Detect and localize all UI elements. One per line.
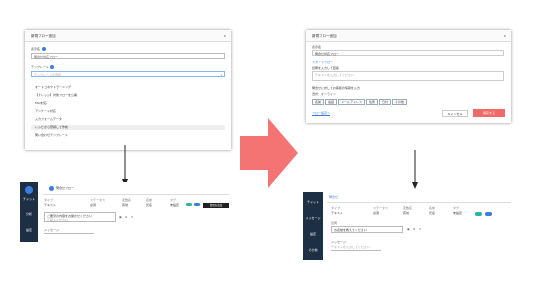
column-label: タグ bbox=[170, 198, 177, 202]
chevron-down-icon: ▾ bbox=[220, 73, 222, 77]
submit-button[interactable]: 保存する bbox=[473, 109, 505, 117]
display-name-label: 表示名 bbox=[31, 47, 41, 51]
question-2-value: 選択：オンライン bbox=[312, 92, 337, 96]
template-option[interactable]: 問い合わせテンプレート bbox=[35, 133, 68, 137]
row-value: 未設定 bbox=[453, 211, 463, 215]
cancel-button[interactable]: キャンセル bbox=[442, 110, 468, 117]
chip[interactable]: メールアドレス bbox=[338, 99, 366, 105]
row-value: 有効 bbox=[403, 211, 410, 215]
footer-line bbox=[331, 250, 381, 251]
section-title: スタートフロー bbox=[312, 60, 334, 64]
template-option[interactable]: 入力フォームデータ bbox=[35, 117, 62, 121]
column-label: 変数名 bbox=[122, 198, 132, 202]
display-name-label: 表示名 bbox=[312, 45, 322, 49]
modal-title: 新規フロー追加 bbox=[31, 34, 56, 38]
image-icon[interactable]: ▣ bbox=[119, 215, 122, 219]
flow-editor-screen-1: チャット 分析 設定 問合せフロー タイプ ステータス 変数名 名前 タグ テキ… bbox=[20, 182, 230, 242]
modal-header: 新規フロー追加 ✕ bbox=[25, 30, 231, 42]
toggle-switch[interactable] bbox=[186, 203, 192, 206]
add-question-button[interactable]: 質問を追加 bbox=[203, 203, 229, 208]
row-value: 未設定 bbox=[170, 203, 180, 207]
question-box[interactable]: お名前を教えてください bbox=[331, 226, 403, 233]
column-label: タグ bbox=[453, 206, 460, 210]
app-icon bbox=[49, 186, 54, 191]
help-icon[interactable] bbox=[42, 47, 46, 51]
row-value: 必須 bbox=[90, 203, 97, 207]
flow-settings-modal: 新規フロー追加 ✕ 表示名 問合せ対応フロー スタートフロー 質問を入力して回答… bbox=[306, 30, 511, 123]
row-value: テキスト bbox=[331, 211, 343, 215]
sidebar: チャット メッセージ 設定 その他 bbox=[303, 192, 323, 260]
modal-header: 新規フロー追加 ✕ bbox=[306, 30, 511, 42]
toggle-switch[interactable] bbox=[485, 212, 492, 216]
display-name-input[interactable]: 問合せ対応フロー bbox=[312, 50, 504, 56]
question-1-text: 質問を入力して回答 bbox=[312, 66, 339, 70]
template-dropdown: オートコネクトラーニング 【ナレッジ】対象フローを公開 FAQ対応 アンケート対… bbox=[31, 80, 225, 150]
logo-icon bbox=[25, 186, 33, 194]
divider bbox=[327, 202, 511, 203]
template-option[interactable]: アンケート対応 bbox=[35, 109, 56, 113]
toggle-switch[interactable] bbox=[194, 203, 200, 206]
column-label: 名前 bbox=[146, 198, 153, 202]
app-title: 問合せフロー bbox=[56, 186, 75, 190]
close-icon[interactable]: ✕ bbox=[223, 34, 226, 38]
copy-icon[interactable]: ⧉ bbox=[413, 227, 415, 231]
column-label: タイプ bbox=[331, 206, 341, 210]
footer-label: メッセージ bbox=[331, 240, 346, 244]
chip[interactable]: 住所 bbox=[366, 99, 379, 105]
sidebar: チャット 分析 設定 bbox=[20, 182, 38, 242]
copy-icon[interactable]: ⧉ bbox=[125, 215, 127, 219]
chip[interactable]: 日付 bbox=[379, 99, 392, 105]
flow-settings-link[interactable]: フロー設定へ bbox=[312, 111, 330, 115]
modal-title: 新規フロー追加 bbox=[312, 34, 337, 38]
template-option-selected[interactable]: レシピから登録して作成 bbox=[35, 125, 68, 129]
column-label: ステータス bbox=[373, 206, 389, 210]
template-select[interactable]: テンプレートを選択 ▾ bbox=[31, 71, 225, 77]
column-label: タイプ bbox=[44, 198, 54, 202]
flow-editor-screen-2: チャット メッセージ 設定 その他 問合せ タイプ ステータス 変数名 名前 タ… bbox=[303, 192, 511, 260]
sidebar-item-settings[interactable]: 設定 bbox=[20, 228, 38, 232]
row-value: 有効 bbox=[122, 203, 129, 207]
down-arrow-icon bbox=[412, 150, 418, 189]
question-label: 質問 bbox=[331, 221, 338, 225]
template-label: テンプレート bbox=[31, 65, 49, 69]
row-value: 氏名 bbox=[429, 211, 436, 215]
divider bbox=[43, 194, 229, 195]
chip[interactable]: 電話 bbox=[325, 99, 338, 105]
footer-line bbox=[44, 233, 94, 234]
chip[interactable]: 名前 bbox=[312, 99, 325, 105]
template-option[interactable]: オートコネクトラーニング bbox=[35, 85, 71, 89]
question-2-text: 問合せに対してお客様の情報を入力 bbox=[312, 86, 360, 90]
toggle-switch[interactable] bbox=[475, 212, 482, 216]
delete-icon[interactable]: ✕ bbox=[131, 215, 134, 219]
row-value: テキスト bbox=[44, 203, 56, 207]
template-option[interactable]: FAQ対応 bbox=[35, 101, 47, 105]
sidebar-item-messages[interactable]: メッセージ bbox=[303, 216, 323, 220]
chip[interactable]: その他 bbox=[392, 99, 408, 105]
question-box[interactable]: ご要望の内容をお聞かせください ご記入ください bbox=[44, 212, 116, 222]
sidebar-item-analytics[interactable]: 分析 bbox=[20, 212, 38, 216]
row-value: 氏名 bbox=[146, 203, 153, 207]
footer-label: メッセージ bbox=[44, 228, 59, 232]
question-1-input[interactable]: テキストを入力してください bbox=[312, 71, 504, 81]
help-icon[interactable] bbox=[50, 65, 54, 69]
display-name-input[interactable]: 問合せ対応フロー bbox=[31, 53, 225, 59]
sidebar-item-chat[interactable]: チャット bbox=[20, 197, 38, 201]
column-label: 名前 bbox=[429, 206, 436, 210]
row-value: 必須 bbox=[373, 211, 380, 215]
column-label: ステータス bbox=[90, 198, 106, 202]
delete-icon[interactable]: ✕ bbox=[419, 227, 422, 231]
column-label: 変数名 bbox=[403, 206, 413, 210]
template-option[interactable]: 【ナレッジ】対象フローを公開 bbox=[35, 93, 77, 97]
footer-input[interactable]: テキストを入力してください bbox=[331, 245, 370, 249]
image-icon[interactable]: ▣ bbox=[407, 227, 410, 231]
sidebar-item-chat[interactable]: チャット bbox=[303, 200, 323, 204]
sidebar-item-more[interactable]: その他 bbox=[303, 248, 323, 252]
next-step-arrow-icon bbox=[240, 118, 298, 188]
sidebar-item-settings[interactable]: 設定 bbox=[303, 232, 323, 236]
app-title: 問合せ bbox=[329, 195, 339, 199]
down-arrow-icon bbox=[122, 145, 128, 186]
close-icon[interactable]: ✕ bbox=[503, 34, 506, 38]
template-modal: 新規フロー追加 ✕ 表示名 問合せ対応フロー テンプレート テンプレートを選択 … bbox=[25, 30, 231, 150]
